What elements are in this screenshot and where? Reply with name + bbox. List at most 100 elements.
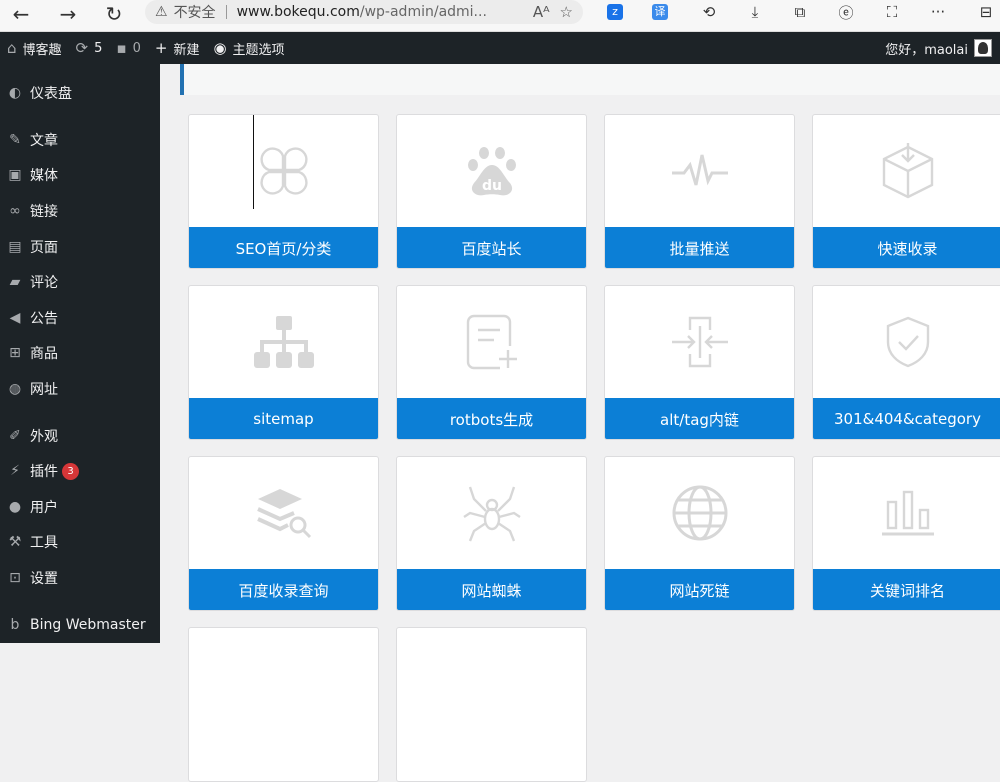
comment-bubble-icon: ▪ (116, 39, 127, 57)
home-icon: ⌂ (7, 39, 17, 57)
site-name-link[interactable]: ⌂ 博客趣 (0, 32, 69, 64)
sitemap-icon (253, 316, 314, 368)
history-icon[interactable]: ⟲ (697, 1, 721, 23)
translate-ext-icon[interactable]: 译 (648, 1, 672, 23)
sidebar-item-dashboard[interactable]: ◐ 仪表盘 (0, 76, 160, 110)
card-row4-2[interactable] (396, 627, 587, 782)
sidebar-item-bing-webmaster[interactable]: b Bing Webmaster (0, 608, 160, 642)
card-icon-area (189, 457, 378, 569)
zhihu-ext-icon[interactable]: z (603, 1, 627, 23)
sidebar-item-products[interactable]: ⊞ 商品 (0, 336, 160, 370)
megaphone-icon: ◀ (9, 310, 21, 326)
card-seo-home[interactable]: SEO首页/分类 (188, 114, 379, 269)
new-content-link[interactable]: + 新建 (148, 32, 207, 64)
sidebar-item-label: 外观 (30, 429, 58, 445)
new-label: 新建 (173, 42, 200, 58)
main-content: SEO首页/分类 du 百度站长 批量推送 快速收录 sitemap rotbo… (160, 64, 1000, 782)
address-separator (225, 5, 227, 19)
card-label: 网站死链 (605, 569, 794, 610)
site-name: 博客趣 (22, 42, 62, 58)
more-menu-icon[interactable]: ··· (926, 1, 950, 23)
card-label: SEO首页/分类 (189, 227, 378, 268)
url-text: www.bokequ.com/wp-admin/admi... (237, 4, 523, 20)
notice-bar (180, 64, 1000, 95)
read-aloud-icon[interactable]: Aᴬ (533, 3, 550, 21)
account-menu[interactable]: 您好，maolai (885, 32, 992, 64)
refresh-icon[interactable]: ↻ (101, 1, 127, 27)
download-icon[interactable]: ⤓ (743, 1, 767, 23)
sidebar-item-posts[interactable]: ✎ 文章 (0, 123, 160, 157)
sidebar-item-media[interactable]: ▣ 媒体 (0, 158, 160, 192)
sidebar-item-pages[interactable]: ▤ 页面 (0, 230, 160, 264)
sidebar-item-comments[interactable]: ▰ 评论 (0, 265, 160, 299)
card-301-404-category[interactable]: 301&404&category (812, 285, 1000, 440)
card-dead-links[interactable]: 网站死链 (604, 456, 795, 611)
sidebar-item-label: 仪表盘 (30, 86, 72, 102)
ie-mode-icon[interactable]: ⓔ (834, 1, 858, 23)
card-baidu-index-query[interactable]: 百度收录查询 (188, 456, 379, 611)
sidebar-item-label: 插件 (30, 464, 58, 480)
theme-options-link[interactable]: ◉ 主题选项 (206, 32, 291, 64)
card-icon-area (605, 457, 794, 569)
media-icon: ▣ (8, 167, 22, 183)
security-label: 不安全 (173, 5, 216, 21)
card-icon-area (813, 286, 1000, 398)
card-row4-1[interactable] (188, 627, 379, 782)
card-keyword-ranking[interactable]: 关键词排名 (812, 456, 1000, 611)
card-robots[interactable]: rotbots生成 (396, 285, 587, 440)
card-fast-index[interactable]: 快速收录 (812, 114, 1000, 269)
warning-icon: ⚠ (155, 4, 168, 20)
collections-icon[interactable]: ⧉ (788, 1, 812, 23)
user-icon: ● (8, 499, 22, 515)
screenshot-icon[interactable]: ⛶ (880, 1, 904, 23)
settings-icon: ⊡ (9, 570, 21, 586)
card-label: 快速收录 (813, 227, 1000, 268)
forward-icon[interactable]: → (55, 1, 81, 27)
sidebar-item-label: 设置 (30, 571, 58, 587)
sidebar-toggle-icon[interactable]: ⊟ (974, 1, 998, 23)
updates-link[interactable]: ⟳ 5 (69, 32, 110, 64)
baidu-paw-icon: du (467, 147, 516, 196)
sidebar-item-settings[interactable]: ⊡ 设置 (0, 561, 160, 595)
card-batch-push[interactable]: 批量推送 (604, 114, 795, 269)
sidebar-item-announcements[interactable]: ◀ 公告 (0, 301, 160, 335)
brush-icon: ✐ (9, 428, 21, 444)
sidebar-item-label: 页面 (30, 240, 58, 256)
card-baidu-webmaster[interactable]: du 百度站长 (396, 114, 587, 269)
card-icon-area (397, 457, 586, 569)
card-label: 网站蜘蛛 (397, 569, 586, 610)
favorite-star-icon[interactable]: ☆ (560, 3, 573, 21)
card-label: alt/tag内链 (605, 398, 794, 439)
sidebar-item-tools[interactable]: ⚒ 工具 (0, 525, 160, 559)
sidebar-item-appearance[interactable]: ✐ 外观 (0, 419, 160, 453)
sidebar-item-label: 文章 (30, 133, 58, 149)
card-label: 百度站长 (397, 227, 586, 268)
sidebar-item-plugins[interactable]: ⚡ 插件 3 (0, 454, 160, 488)
avatar (974, 39, 992, 57)
card-alt-tag-links[interactable]: alt/tag内链 (604, 285, 795, 440)
comment-icon: ▰ (9, 274, 21, 290)
card-label: sitemap (189, 398, 378, 439)
file-add-icon (466, 314, 517, 370)
card-icon-area (189, 286, 378, 398)
sidebar-item-label: 公告 (30, 311, 58, 327)
dashboard-icon: ◐ (8, 85, 22, 101)
card-icon-area: du (397, 115, 586, 227)
address-bar[interactable]: ⚠ 不安全 www.bokequ.com/wp-admin/admi... Aᴬ… (145, 0, 583, 24)
svg-text:du: du (482, 178, 502, 194)
comments-link[interactable]: ▪ 0 (109, 32, 147, 64)
bing-icon: b (10, 617, 20, 633)
card-site-spider[interactable]: 网站蜘蛛 (396, 456, 587, 611)
sidebar-item-label: 评论 (30, 275, 58, 291)
sidebar-item-label: 工具 (30, 535, 58, 551)
sidebar-item-links[interactable]: ∞ 链接 (0, 194, 160, 228)
wrench-icon: ⚒ (8, 534, 22, 550)
sidebar-item-users[interactable]: ● 用户 (0, 490, 160, 524)
back-icon[interactable]: ← (8, 1, 34, 27)
card-sitemap[interactable]: sitemap (188, 285, 379, 440)
globe-icon (672, 485, 727, 541)
card-icon-area (813, 115, 1000, 227)
theme-options-label: 主题选项 (232, 42, 285, 58)
sidebar-item-label: 用户 (30, 500, 58, 516)
sidebar-item-urls[interactable]: ◍ 网址 (0, 372, 160, 406)
